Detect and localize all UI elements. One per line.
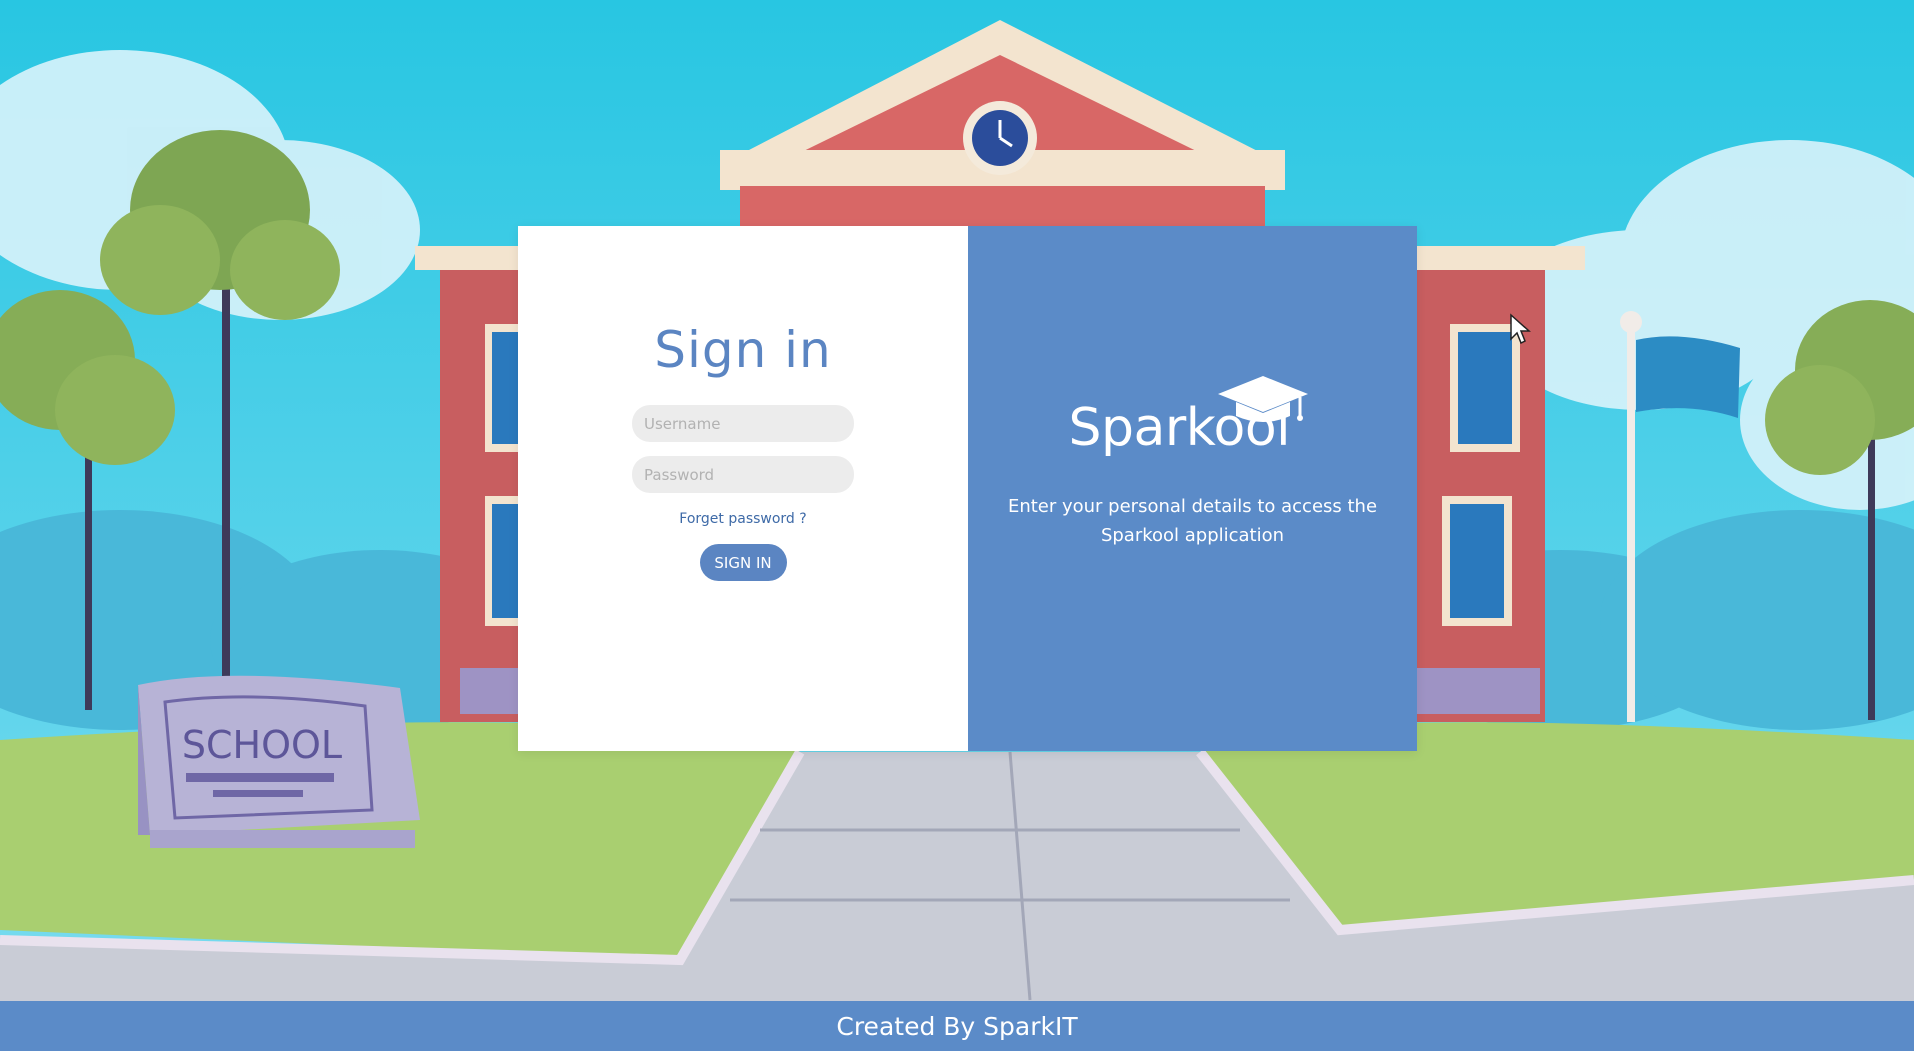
login-card: Sign in Forget password ? SIGN IN Sparko… <box>518 226 1417 751</box>
footer-bar: Created By SparkIT <box>0 1001 1914 1051</box>
mouse-cursor-icon <box>1510 313 1531 345</box>
welcome-tagline: Enter your personal details to access th… <box>1007 496 1378 546</box>
sparkool-logo: Sparkool <box>1063 372 1323 472</box>
footer-credit: Created By SparkIT <box>836 1011 1078 1041</box>
welcome-panel: Sparkool Enter your personal details to … <box>968 226 1417 751</box>
signin-button[interactable]: SIGN IN <box>699 544 787 581</box>
signin-panel: Sign in Forget password ? SIGN IN <box>518 226 968 751</box>
username-input[interactable] <box>632 405 854 442</box>
password-input[interactable] <box>632 456 854 493</box>
forgot-password-link[interactable]: Forget password ? <box>679 511 806 527</box>
school-sign-text: SCHOOL <box>182 723 342 767</box>
signin-title: Sign in <box>654 321 832 379</box>
graduation-cap-icon <box>1217 376 1308 422</box>
